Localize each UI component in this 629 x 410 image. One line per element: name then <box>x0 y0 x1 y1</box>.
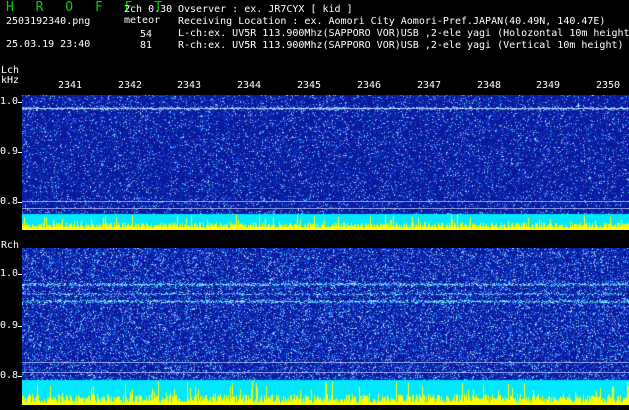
lch-spectrogram-canvas <box>22 95 629 230</box>
time-tick-label: 2345 <box>297 80 322 91</box>
lch-reference-line <box>22 108 629 109</box>
lch-reference-line <box>22 201 629 202</box>
rch-receiver-info: R-ch:ex. UV5R 113.900Mhz(SAPPORO VOR)USB… <box>178 40 624 51</box>
lch-receiver-info: L-ch:ex. UV5R 113.900Mhz(SAPPORO VOR)USB… <box>178 28 629 39</box>
lch-unit-label: kHz <box>1 75 20 86</box>
time-tick-label: 2342 <box>118 80 143 91</box>
time-tick-label: 2350 <box>596 80 621 91</box>
rch-ytick-label: 1.0 <box>0 268 19 279</box>
time-tick-label: 2348 <box>477 80 502 91</box>
time-tick-label: 2346 <box>357 80 382 91</box>
time-tick-label: 2349 <box>536 80 561 91</box>
time-tick-label: 2343 <box>177 80 202 91</box>
time-tick-label: 2344 <box>237 80 262 91</box>
rch-spectrogram <box>22 248 629 405</box>
rch-reference-line <box>22 362 629 363</box>
rch-count: 81 <box>140 40 153 51</box>
observer-info: Ovserver : ex. JR7CYX [ kid ] <box>178 4 353 15</box>
lch-reference-line <box>22 208 629 209</box>
time-tick-label: 2341 <box>58 80 83 91</box>
lch-spectrogram <box>22 95 629 230</box>
lch-ytick-label: 0.9 <box>0 146 19 157</box>
capture-timestamp: 25.03.19 23:40 <box>6 39 91 50</box>
rch-channel-label: Rch <box>1 240 20 251</box>
image-filename: 2503192340.png <box>6 16 91 27</box>
lch-ytick-label: 0.8 <box>0 196 19 207</box>
rch-ytick-label: 0.8 <box>0 370 19 381</box>
event-type: meteor <box>124 15 161 26</box>
location-info: Receiving Location : ex. Aomori City Aom… <box>178 16 606 27</box>
rch-reference-line <box>22 372 629 373</box>
rch-spectrogram-canvas <box>22 248 629 405</box>
rch-ytick-label: 0.9 <box>0 320 19 331</box>
lch-ytick-label: 1.0 <box>0 96 19 107</box>
time-tick-label: 2347 <box>417 80 442 91</box>
